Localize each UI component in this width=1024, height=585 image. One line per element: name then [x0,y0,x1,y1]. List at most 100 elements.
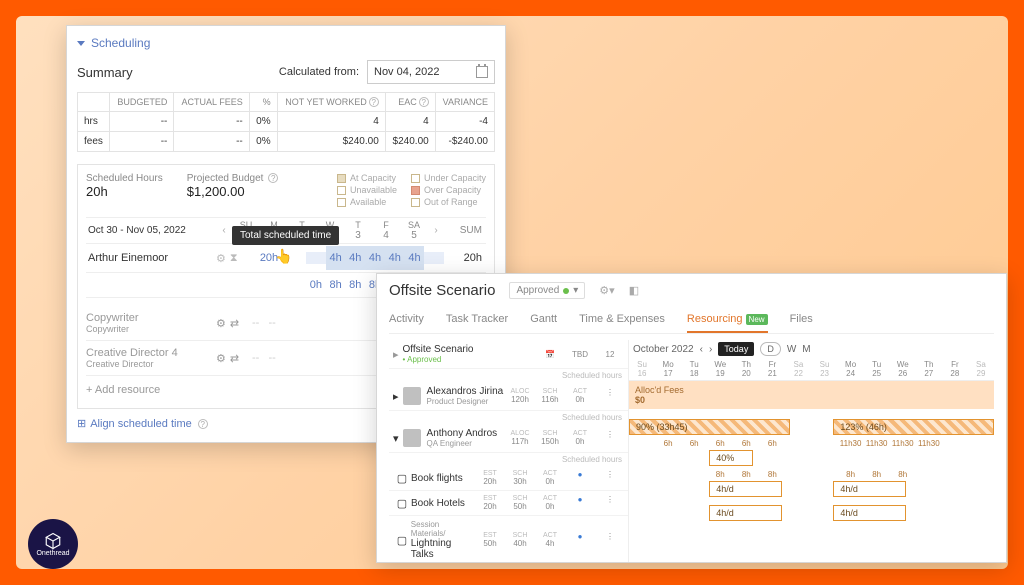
allocation-bar[interactable]: 90% (33h45) 123% (46h) [629,419,994,437]
day-cell[interactable]: 4h [405,246,425,270]
task-bar[interactable]: 4h/d 4h/d [629,505,994,523]
role-sub: Creative Director [86,359,216,369]
chevron-down-icon: ▾ [573,285,578,296]
task-icon: ▢ [393,497,411,510]
day-cell[interactable] [424,252,444,264]
caret-icon[interactable]: ▾ [393,432,399,445]
align-icon: ⊞ [77,417,86,430]
project-row[interactable]: ▸ Offsite Scenario • Approved 📅 TBD 12 [389,340,628,369]
task-icon: ▢ [393,534,411,547]
day-cell[interactable]: 4h [326,246,346,270]
chart-icon[interactable]: ⧗ [230,252,238,265]
mode-week[interactable]: W [787,344,796,355]
month-label[interactable]: October 2022 [633,344,694,355]
tab-gantt[interactable]: Gantt [530,309,557,333]
day-cell[interactable] [306,252,326,264]
role-title: Creative Director 4 [86,347,216,359]
more-icon[interactable]: ⋮ [596,388,624,404]
task-row[interactable]: ▢ Session Materials/ Lightning Talks EST… [389,516,628,563]
legend: At Capacity Under Capacity Unavailable O… [337,173,486,207]
brand-text: Onethread [36,550,69,557]
task-row[interactable]: ▢ Book flights EST20h SCH30h ACT0h ● ⋮ [389,466,628,491]
status-dropdown[interactable]: Approved ▾ [509,282,585,299]
day-sa: SA5 [400,218,428,243]
gear-icon[interactable]: ⚙▾ [599,284,614,297]
tooltip: Total scheduled time [232,226,339,245]
calculated-from-input[interactable]: Nov 04, 2022 [367,60,495,84]
person-sum: 20h [444,252,486,264]
caret-down-icon [77,41,85,46]
row-fees: fees -- -- 0% $240.00 $240.00 -$240.00 [78,132,495,152]
gear-icon[interactable]: ⚙ [216,252,226,265]
proj-budget-label: Projected Budget ? [187,173,279,184]
tab-activity[interactable]: Activity [389,309,424,333]
resource-row[interactable]: ▾ Anthony Andros QA Engineer ALOC117h SC… [389,424,628,453]
calculated-from-value: Nov 04, 2022 [374,66,439,78]
caret-icon[interactable]: ▸ [393,390,399,403]
brand-logo: Onethread [28,519,78,569]
task-bar[interactable]: 4h/d 4h/d [629,481,994,499]
summary-label: Summary [77,65,133,80]
task-icon: ▢ [393,472,411,485]
layout-toggle-icon[interactable]: ◧ [629,284,639,297]
resource-row[interactable]: ▸ Alexandros Jirina Product Designer ALO… [389,382,628,411]
role-sub: Copywriter [86,324,216,334]
caret-icon[interactable]: ▸ [393,348,399,361]
sched-hours-label: Scheduled hours [389,369,628,382]
person-name[interactable]: Arthur Einemoor [86,244,216,272]
cube-icon [44,532,62,550]
swap-icon[interactable]: ⇄ [230,352,239,365]
resource-list: ▸ Offsite Scenario • Approved 📅 TBD 12 S… [389,340,629,563]
calendar-icon [476,66,488,78]
next-week-button[interactable]: › [428,225,444,236]
tab-task-tracker[interactable]: Task Tracker [446,309,508,333]
day-cell[interactable]: 4h [385,246,405,270]
more-icon[interactable]: ⋮ [596,532,624,548]
scheduling-header[interactable]: Scheduling [77,32,495,54]
prev-button[interactable]: ‹ [700,344,703,355]
calculated-from-label: Calculated from: [279,66,359,78]
section-title: Scheduling [91,36,150,50]
day-cell[interactable]: 4h [345,246,365,270]
allocation-bar[interactable]: 40% [629,450,994,468]
tab-files[interactable]: Files [790,309,813,333]
row-icons[interactable]: ⚙ ⧗ [216,252,252,265]
tabs: Activity Task Tracker Gantt Time & Expen… [389,309,994,334]
date-range[interactable]: Oct 30 - Nov 05, 2022 [86,219,216,242]
tbd-icon[interactable]: 📅 [536,350,564,359]
day-th: T3 [344,218,372,243]
swap-icon[interactable]: ⇄ [230,317,239,330]
summary-table: BUDGETED ACTUAL FEES % NOT YET WORKED? E… [77,92,495,152]
row-hrs: hrs -- -- 0% 4 4 -4 [78,112,495,132]
mode-month[interactable]: M [802,344,810,355]
avatar [403,429,421,447]
sum-header: SUM [444,225,486,236]
help-icon[interactable]: ? [198,419,208,429]
more-icon[interactable]: ⋮ [596,470,624,486]
tab-resourcing[interactable]: ResourcingNew [687,309,768,333]
more-icon[interactable]: ⋮ [596,495,624,511]
sched-hours-value: 20h [86,184,163,199]
status-dot-icon [563,288,569,294]
role-title: Copywriter [86,312,216,324]
col-eac: EAC? [385,93,435,112]
avatar [403,387,421,405]
more-icon[interactable]: ⋮ [596,430,624,446]
next-button[interactable]: › [709,344,712,355]
sched-hours-label: Scheduled Hours [86,173,163,184]
col-pct: % [249,93,277,112]
proj-budget-value: $1,200.00 [187,184,279,199]
prev-week-button[interactable]: ‹ [216,225,232,236]
tab-time-expenses[interactable]: Time & Expenses [579,309,665,333]
day-cell[interactable]: 4h [365,246,385,270]
mode-day[interactable]: D [760,342,781,356]
page-title: Offsite Scenario [389,282,495,299]
task-row[interactable]: ▢ Book Hotels EST20h SCH50h ACT0h ● ⋮ [389,491,628,516]
today-button[interactable]: Today [718,342,754,356]
alloc-banner: Alloc'd Fees$0 [629,381,994,409]
gear-icon[interactable]: ⚙ [216,317,226,330]
col-budgeted: BUDGETED [110,93,174,112]
gear-icon[interactable]: ⚙ [216,352,226,365]
hours-row: 8h8h8h 8h8h8h [629,468,994,481]
timeline-days: Su16 Mo17 Tu18 We19 Th20 Fr21 Sa22 Su23 … [629,358,994,381]
